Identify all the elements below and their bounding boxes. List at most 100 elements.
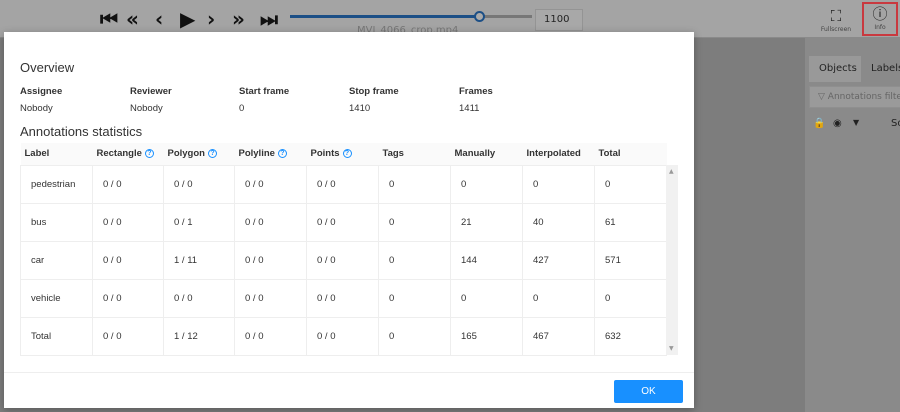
table-cell: 0 / 0 xyxy=(234,317,307,356)
table-cell: 0 / 0 xyxy=(163,279,235,318)
caret-down-icon[interactable]: ▼ xyxy=(853,118,859,127)
overview-value: 1411 xyxy=(459,103,480,114)
table-cell: 0 xyxy=(378,165,451,204)
tab-objects[interactable]: Objects xyxy=(809,56,861,82)
first-frame-icon[interactable]: ⏮ xyxy=(100,8,118,30)
table-cell: 0 xyxy=(522,165,595,204)
table-cell: 1 / 12 xyxy=(163,317,235,356)
table-cell: 0 / 0 xyxy=(306,203,379,242)
fullscreen-button[interactable]: ⛶ Fullscreen xyxy=(818,6,854,33)
column-header: Polygon? xyxy=(163,143,235,166)
table-row: Total 0 / 01 / 12 0 / 00 / 0 0 165 467 632 xyxy=(20,317,667,356)
table-cell: 0 / 0 xyxy=(234,279,307,318)
table-cell: 0 xyxy=(594,165,667,204)
table-cell: 632 xyxy=(594,317,667,356)
overview-value: Nobody xyxy=(20,103,53,114)
table-cell: 21 xyxy=(450,203,523,242)
annotations-filter-input[interactable]: ▽ Annotations filter xyxy=(809,86,900,108)
table-cell: 165 xyxy=(450,317,523,356)
fullscreen-icon: ⛶ xyxy=(830,7,842,25)
column-label: Rectangle xyxy=(96,148,142,160)
table-cell: 0 / 0 xyxy=(92,279,164,318)
table-cell: Total xyxy=(20,317,93,356)
table-cell: 0 / 0 xyxy=(92,165,164,204)
table-cell: car xyxy=(20,241,93,280)
column-label: Total xyxy=(598,148,621,160)
overview-key: Start frame xyxy=(239,86,290,97)
help-icon[interactable]: ? xyxy=(207,149,217,159)
table-cell: 40 xyxy=(522,203,595,242)
table-cell: 0 / 1 xyxy=(163,203,235,242)
frame-input[interactable]: 1100 xyxy=(535,9,583,31)
table-cell: 0 / 0 xyxy=(234,203,307,242)
column-label: Label xyxy=(24,148,50,160)
overview-value: 1410 xyxy=(349,103,371,114)
column-header: Polyline? xyxy=(234,143,307,166)
next-icon[interactable]: › xyxy=(207,8,215,30)
info-button[interactable]: ⓘ Info xyxy=(862,2,898,36)
overview-item: Frames 1411 xyxy=(459,86,493,114)
overview-title: Overview xyxy=(20,60,75,75)
column-label: Points xyxy=(310,148,340,160)
table-cell: 0 / 0 xyxy=(306,317,379,356)
frame-slider[interactable] xyxy=(290,11,532,22)
overview-item: Start frame 0 xyxy=(239,86,289,114)
overview-key: Frames xyxy=(459,86,493,97)
play-icon[interactable]: ▶ xyxy=(180,8,195,30)
table-cell: 427 xyxy=(522,241,595,280)
column-label: Tags xyxy=(382,148,404,160)
column-label: Manually xyxy=(454,148,496,160)
table-cell: 144 xyxy=(450,241,523,280)
table-cell: 0 xyxy=(378,279,451,318)
objects-sidebar: Objects Labels ▽ Annotations filter 🔒 ◉ ▼… xyxy=(805,38,900,412)
previous-icon[interactable]: ‹ xyxy=(155,8,163,30)
column-label: Interpolated xyxy=(526,148,581,160)
help-icon[interactable]: ? xyxy=(144,149,154,159)
overview-value: 0 xyxy=(239,103,245,114)
table-row: vehicle 0 / 00 / 00 / 00 / 00000 xyxy=(20,279,667,318)
overview-key: Stop frame xyxy=(349,86,399,97)
info-modal: Overview Assignee Nobody Reviewer Nobody Sta… xyxy=(4,32,694,408)
help-icon[interactable]: ? xyxy=(342,149,352,159)
column-header: Interpolated xyxy=(522,143,595,166)
tab-labels[interactable]: Labels xyxy=(871,56,900,82)
column-label: Polyline xyxy=(238,148,275,160)
ok-button[interactable]: OK xyxy=(614,380,683,403)
table-cell: 0 / 0 xyxy=(92,317,164,356)
fast-forward-icon[interactable]: » xyxy=(232,8,245,30)
table-cell: 0 / 0 xyxy=(306,165,379,204)
overview-item: Assignee Nobody xyxy=(20,86,62,114)
table-cell: 1 / 11 xyxy=(163,241,235,280)
table-row: pedestrian 0 / 00 / 00 / 00 / 00000 xyxy=(20,165,667,204)
table-cell: 0 / 0 xyxy=(163,165,235,204)
info-icon: ⓘ xyxy=(872,5,888,23)
table-cell: 0 xyxy=(378,317,451,356)
table-cell: 0 / 0 xyxy=(92,241,164,280)
statistics-table: Label Rectangle? Polygon? Polyline? Points? T… xyxy=(20,143,667,356)
table-cell: 0 xyxy=(450,165,523,204)
table-cell: pedestrian xyxy=(20,165,93,204)
table-cell: vehicle xyxy=(20,279,93,318)
sort-label: So xyxy=(891,118,900,129)
stats-title: Annotations statistics xyxy=(20,124,143,139)
table-cell: 0 xyxy=(522,279,595,318)
table-cell: 0 xyxy=(594,279,667,318)
overview-item: Reviewer Nobody xyxy=(130,86,172,114)
last-frame-icon[interactable]: ⏭ xyxy=(260,8,278,30)
table-cell: 61 xyxy=(594,203,667,242)
column-header: Tags xyxy=(378,143,451,166)
overview-key: Assignee xyxy=(20,86,63,97)
hide-icon[interactable]: ◉ xyxy=(833,118,842,129)
table-cell: 0 xyxy=(450,279,523,318)
column-header: Label xyxy=(20,143,93,166)
column-header: Rectangle? xyxy=(92,143,164,166)
lock-icon[interactable]: 🔒 xyxy=(813,118,825,129)
help-icon[interactable]: ? xyxy=(277,149,287,159)
table-scrollbar[interactable]: ▲ ▼ xyxy=(666,165,678,355)
table-cell: 0 / 0 xyxy=(234,165,307,204)
table-cell: 467 xyxy=(522,317,595,356)
table-cell: 0 / 0 xyxy=(92,203,164,242)
overview-item: Stop frame 1410 xyxy=(349,86,399,114)
table-row: car 0 / 01 / 11 0 / 00 / 0 0 144 427 571 xyxy=(20,241,667,280)
fast-backward-icon[interactable]: « xyxy=(126,8,139,30)
